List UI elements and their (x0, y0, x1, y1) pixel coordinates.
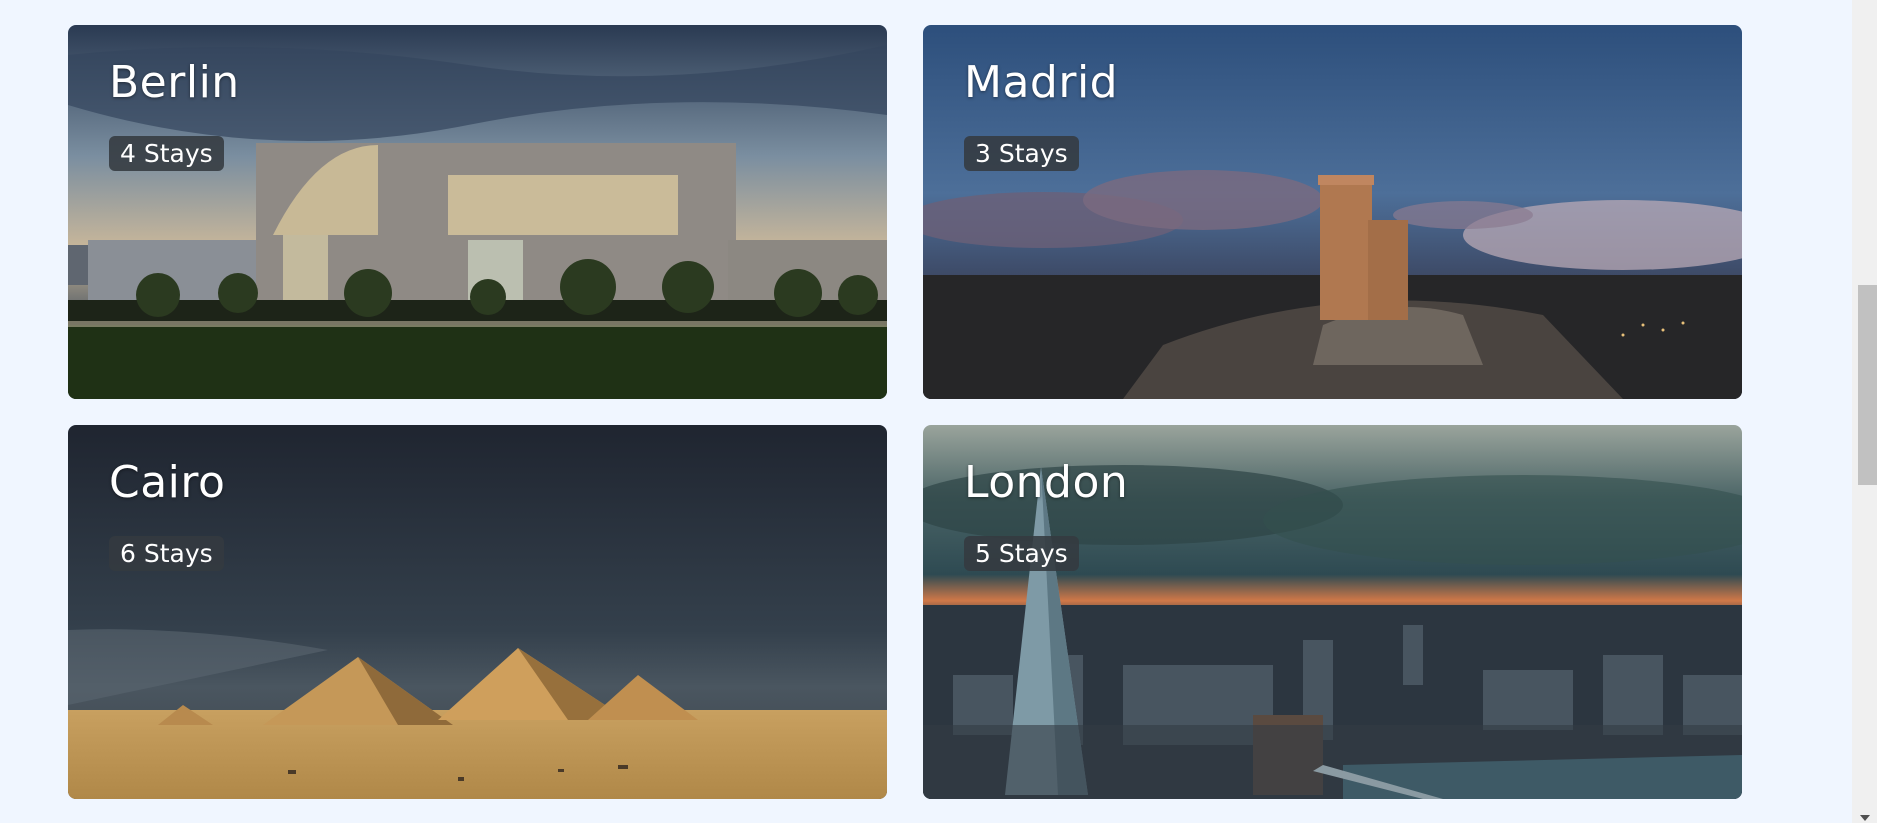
destination-card-cairo[interactable]: Cairo 6 Stays (68, 425, 887, 799)
destination-card-berlin[interactable]: Berlin 4 Stays (68, 25, 887, 399)
stays-badge: 6 Stays (109, 536, 224, 571)
stays-badge: 4 Stays (109, 136, 224, 171)
destinations-grid: Berlin 4 Stays Madrid 3 Stays Cairo 6 St… (68, 25, 1742, 799)
vertical-scrollbar[interactable] (1852, 0, 1877, 823)
card-title: Berlin (109, 57, 240, 108)
scrollbar-thumb[interactable] (1858, 285, 1877, 485)
stays-badge: 3 Stays (964, 136, 1079, 171)
card-title: London (964, 457, 1129, 508)
destination-card-london[interactable]: London 5 Stays (923, 425, 1742, 799)
chevron-down-icon[interactable] (1860, 815, 1870, 821)
card-title: Cairo (109, 457, 226, 508)
stays-badge: 5 Stays (964, 536, 1079, 571)
card-title: Madrid (964, 57, 1119, 108)
destination-card-madrid[interactable]: Madrid 3 Stays (923, 25, 1742, 399)
